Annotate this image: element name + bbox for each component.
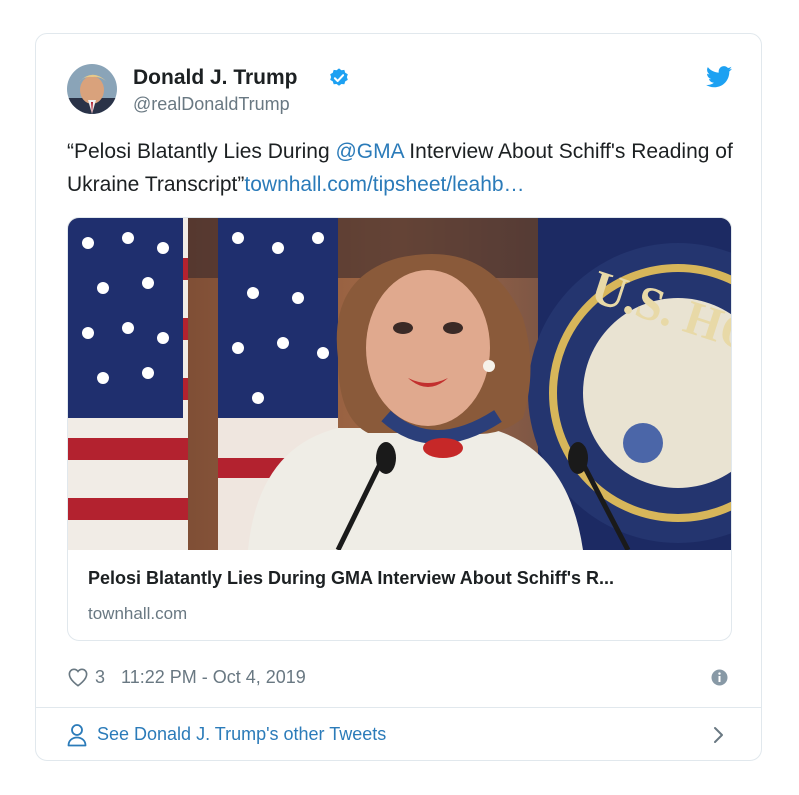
link-preview-image: U.S. HO	[68, 218, 731, 550]
tweet-url-link[interactable]: townhall.com/tipsheet/leahb…	[244, 173, 524, 196]
author-name[interactable]: Donald J. Trump	[133, 66, 298, 90]
see-other-tweets-row[interactable]: See Donald J. Trump's other Tweets	[36, 708, 761, 762]
embedded-tweet-card: Donald J. Trump @realDonaldTrump “Pelosi…	[35, 33, 762, 761]
chevron-right-icon	[714, 727, 723, 743]
tweet-text-part1: “Pelosi Blatantly Lies During	[67, 140, 336, 163]
author-handle[interactable]: @realDonaldTrump	[133, 94, 290, 115]
twitter-bird-icon[interactable]	[706, 66, 732, 88]
heart-icon[interactable]	[67, 667, 89, 687]
mention-link[interactable]: @GMA	[335, 140, 403, 163]
tweet-text: “Pelosi Blatantly Lies During @GMA Inter…	[67, 135, 737, 201]
link-preview-card[interactable]: U.S. HO Pelosi Blatantly Lies During GMA…	[67, 217, 732, 641]
author-avatar[interactable]	[67, 64, 117, 114]
link-card-domain: townhall.com	[88, 604, 188, 623]
tweet-meta: 3 11:22 PM - Oct 4, 2019	[67, 664, 306, 690]
link-card-title[interactable]: Pelosi Blatantly Lies During GMA Intervi…	[88, 568, 708, 589]
tweet-timestamp[interactable]: 11:22 PM - Oct 4, 2019	[121, 667, 306, 688]
like-count[interactable]: 3	[95, 667, 105, 688]
see-other-tweets-link[interactable]: See Donald J. Trump's other Tweets	[97, 724, 386, 745]
info-icon[interactable]	[711, 669, 728, 686]
verified-badge-icon	[330, 68, 348, 86]
person-icon	[67, 724, 87, 747]
